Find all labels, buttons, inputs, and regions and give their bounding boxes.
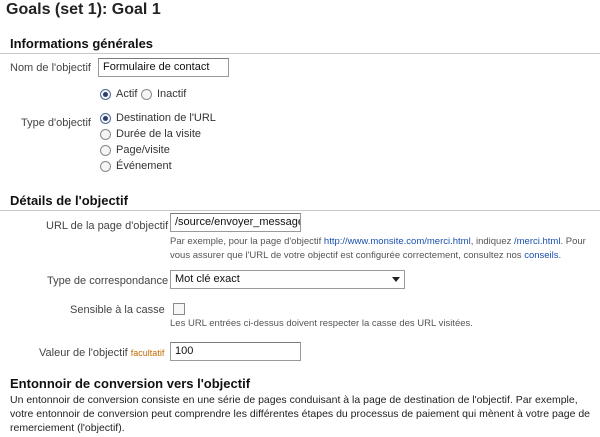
url-help-path-link[interactable]: /merci.html [514,236,560,247]
status-inactive-option[interactable]: Inactif [141,88,201,102]
goal-type-pages-label: Page/visite [116,144,170,156]
case-sensitive-label: Sensible à la casse [70,304,165,316]
funnel-section-heading: Entonnoir de conversion vers l'objectif [10,376,251,391]
status-inactive-label: Inactif [157,88,187,100]
goal-value-label-group: Valeur de l'objectif facultatif [39,347,164,359]
goal-value-input[interactable]: 100 [170,342,301,361]
chevron-down-icon [392,277,400,282]
match-type-select[interactable]: Mot clé exact [170,270,405,289]
goal-url-help: Par exemple, pour la page d'objectif htt… [170,235,595,263]
url-help-tips-link[interactable]: conseils [524,250,558,261]
status-inactive-radio[interactable] [141,89,152,100]
goal-type-label: Type d'objectif [21,117,91,129]
funnel-description: Un entonnoir de conversion consiste en u… [10,394,591,434]
goal-value-label: Valeur de l'objectif [39,347,128,359]
match-type-value: Mot clé exact [175,273,240,285]
goal-type-url-label: Destination de l'URL [116,112,216,124]
goal-type-option-event[interactable]: Événement [100,160,230,174]
url-help-text-4: . [558,250,562,261]
case-sensitive-checkbox[interactable] [173,303,185,315]
status-active-radio[interactable] [100,89,111,100]
case-sensitive-help: Les URL entrées ci-dessus doivent respec… [170,318,473,329]
goal-type-event-radio[interactable] [100,161,111,172]
details-section-divider [0,210,600,211]
goal-type-duration-radio[interactable] [100,129,111,140]
goal-type-option-url[interactable]: Destination de l'URL [100,112,230,126]
goal-type-option-duration[interactable]: Durée de la visite [100,128,230,142]
general-section-heading: Informations générales [10,36,154,51]
status-active-label: Actif [116,88,138,100]
url-help-text-1: Par exemple, pour la page d'objectif [170,236,324,247]
general-section-divider [0,53,600,54]
goal-type-duration-label: Durée de la visite [116,128,201,140]
goal-type-url-radio[interactable] [100,113,111,124]
goal-type-event-label: Événement [116,160,172,172]
goal-url-input[interactable]: /source/envoyer_message [170,213,301,232]
match-type-label: Type de correspondance [47,275,169,287]
page-title: Goals (set 1): Goal 1 [6,1,161,18]
goal-name-label: Nom de l'objectif [10,62,91,74]
details-section-heading: Détails de l'objectif [10,193,128,208]
goal-name-input[interactable]: Formulaire de contact [98,58,229,77]
url-help-text-2: , indiquez [470,236,514,247]
goal-value-optional-tag: facultatif [130,348,165,358]
goal-type-pages-radio[interactable] [100,145,111,156]
url-help-example-link[interactable]: http://www.monsite.com/merci.html [324,236,471,247]
goal-url-label: URL de la page d'objectif [46,220,169,232]
goal-type-option-pages[interactable]: Page/visite [100,144,230,158]
